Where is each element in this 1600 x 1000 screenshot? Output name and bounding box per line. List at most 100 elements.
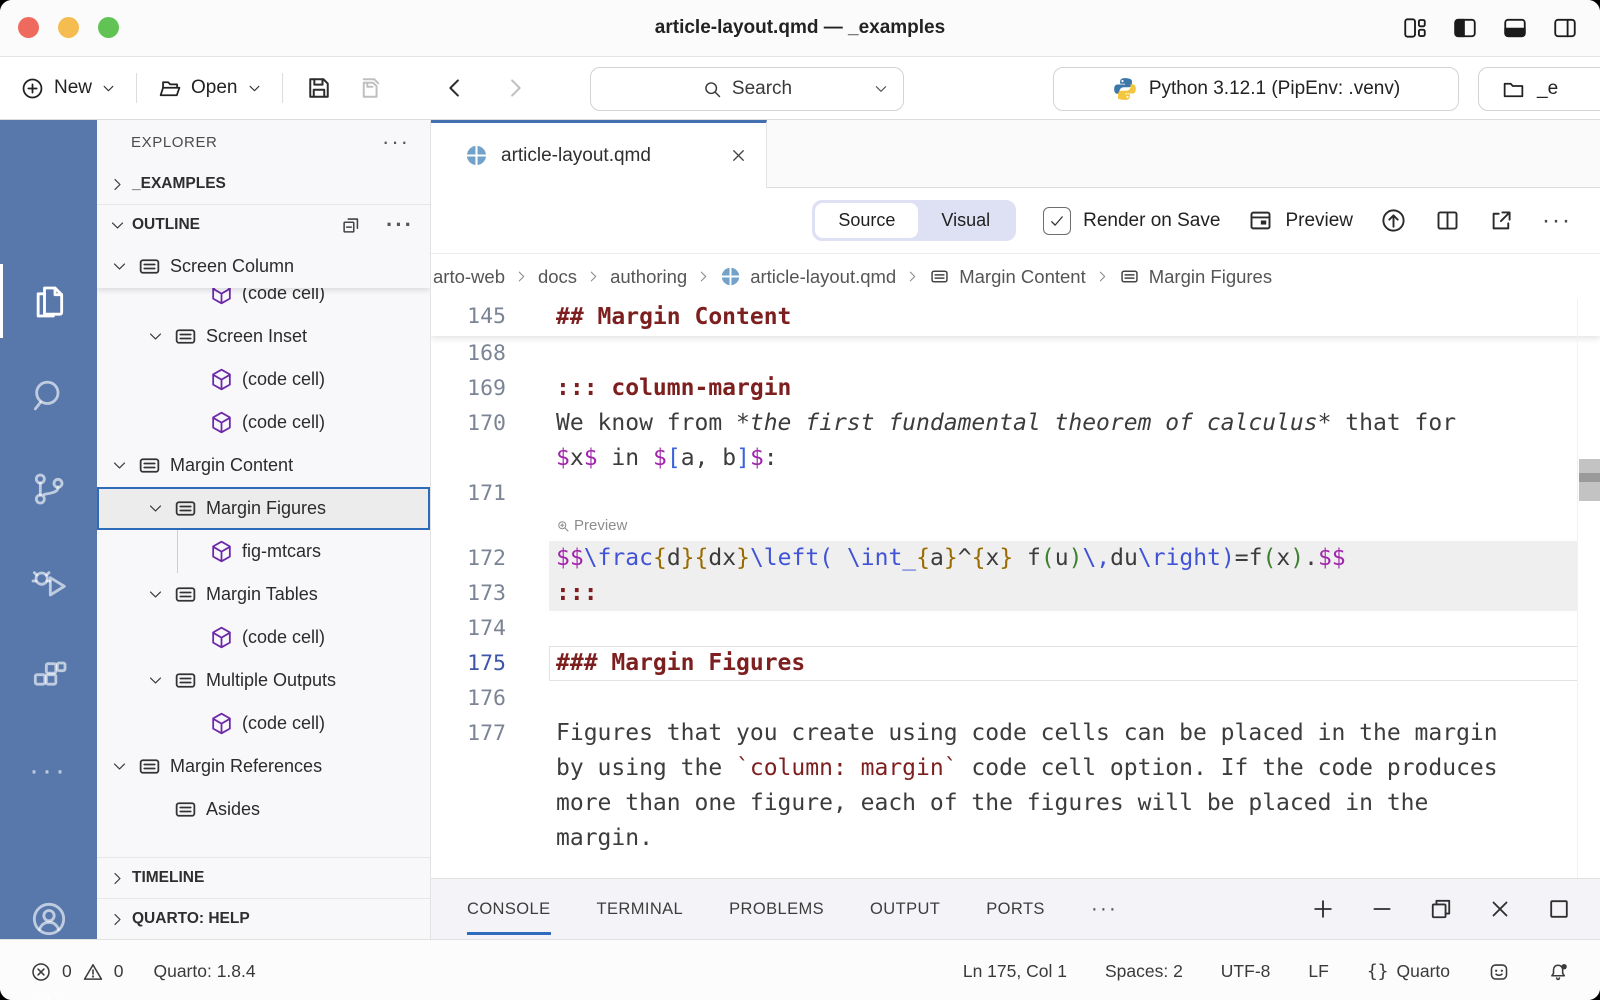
panel-restore-icon[interactable] xyxy=(1428,896,1454,922)
outline-item-margin-content[interactable]: Margin Content xyxy=(97,444,430,487)
sidebar-section-quarto-help[interactable]: QUARTO: HELP xyxy=(97,898,430,939)
code-line-174[interactable]: 174 xyxy=(431,611,1600,646)
code-line-177[interactable]: 177Figures that you create using code ce… xyxy=(431,716,1600,751)
explorer-header: EXPLORER ··· xyxy=(97,120,430,164)
status-language-mode[interactable]: {}Quarto xyxy=(1367,961,1450,982)
editor-more-actions-button[interactable]: ··· xyxy=(1542,217,1572,225)
code-line-168[interactable]: 168 xyxy=(431,336,1600,371)
outline-item--code-cell-[interactable]: (code cell) xyxy=(97,358,430,401)
back-button[interactable] xyxy=(441,74,469,102)
outline-item-screen-column[interactable]: Screen Column xyxy=(97,245,430,288)
zoom-window-button[interactable] xyxy=(98,17,119,38)
panel-maximize-icon[interactable] xyxy=(1546,896,1572,922)
panel-plus-icon[interactable] xyxy=(1310,896,1336,922)
forward-button[interactable] xyxy=(501,74,529,102)
status-indentation[interactable]: Spaces: 2 xyxy=(1105,961,1183,982)
panel-more-tabs-button[interactable]: ··· xyxy=(1091,905,1118,913)
outline-item-screen-inset[interactable]: Screen Inset xyxy=(97,315,430,358)
code-line-wrap[interactable]: margin. xyxy=(431,821,1600,856)
activity-bar-item-account[interactable] xyxy=(0,880,97,958)
codelens-preview[interactable]: Preview xyxy=(431,511,1600,541)
status-encoding[interactable]: UTF-8 xyxy=(1221,961,1271,982)
outline-item-margin-tables[interactable]: Margin Tables xyxy=(97,573,430,616)
outline-item--code-cell-[interactable]: (code cell) xyxy=(97,616,430,659)
outline-item-asides[interactable]: Asides xyxy=(97,788,430,831)
search-input[interactable]: Search xyxy=(590,67,904,111)
source-mode-button[interactable]: Source xyxy=(815,203,918,238)
status-cursor-position[interactable]: Ln 175, Col 1 xyxy=(963,961,1067,982)
customize-layout-icon[interactable] xyxy=(1402,15,1428,41)
preview-button[interactable]: Preview xyxy=(1247,207,1353,234)
activity-bar-item-search[interactable] xyxy=(0,356,97,434)
code-line-wrap[interactable]: more than one figure, each of the figure… xyxy=(431,786,1600,821)
panel-tab-terminal[interactable]: TERMINAL xyxy=(597,879,684,939)
activity-bar-item-run-debug[interactable] xyxy=(0,544,97,622)
toggle-bottom-panel-icon[interactable] xyxy=(1502,15,1528,41)
sidebar-section-outline[interactable]: OUTLINE ··· xyxy=(97,204,430,245)
render-on-save-checkbox[interactable] xyxy=(1043,207,1071,235)
code-line-172[interactable]: 172$$\frac{d}{dx}\left( \int_{a}^{x} f(u… xyxy=(431,541,1600,576)
code-line-173[interactable]: 173::: xyxy=(431,576,1600,611)
app-window: article-layout.qmd — _examples New Open … xyxy=(0,0,1600,1000)
panel-tab-ports[interactable]: PORTS xyxy=(986,879,1045,939)
outline-more-actions-button[interactable]: ··· xyxy=(386,220,414,230)
status-notifications[interactable] xyxy=(1548,961,1570,983)
new-button[interactable]: New xyxy=(20,76,116,101)
code-line-176[interactable]: 176 xyxy=(431,681,1600,716)
toggle-right-panel-icon[interactable] xyxy=(1552,15,1578,41)
breadcrumb-margin-figures[interactable]: Margin Figures xyxy=(1119,266,1272,288)
interpreter-selector[interactable]: Python 3.12.1 (PipEnv: .venv) xyxy=(1053,67,1459,111)
code-line-wrap[interactable]: $x$ in $[a, b]$: xyxy=(431,441,1600,476)
outline-item--code-cell-[interactable]: (code cell) xyxy=(97,401,430,444)
code-line-169[interactable]: 169::: column-margin xyxy=(431,371,1600,406)
breadcrumb-authoring[interactable]: authoring xyxy=(610,266,687,288)
line-number xyxy=(431,821,506,856)
outline-item-margin-references[interactable]: Margin References xyxy=(97,745,430,788)
toggle-left-panel-icon[interactable] xyxy=(1452,15,1478,41)
outline-item--code-cell-[interactable]: (code cell) xyxy=(97,702,430,745)
close-window-button[interactable] xyxy=(18,17,39,38)
visual-mode-button[interactable]: Visual xyxy=(918,203,1013,238)
breadcrumb-margin-content[interactable]: Margin Content xyxy=(929,266,1085,288)
panel-tab-console[interactable]: CONSOLE xyxy=(467,879,551,939)
status-eol[interactable]: LF xyxy=(1308,961,1328,982)
outline-item-fig-mtcars[interactable]: fig-mtcars xyxy=(97,530,430,573)
save-button[interactable] xyxy=(305,74,333,102)
status-feedback[interactable] xyxy=(1488,961,1510,983)
split-editor-icon[interactable] xyxy=(1434,207,1461,234)
activity-bar-item-source-control[interactable] xyxy=(0,450,97,528)
panel-minus-icon[interactable] xyxy=(1369,896,1395,922)
workspace-selector[interactable]: _e xyxy=(1478,67,1600,111)
panel-tab-problems[interactable]: PROBLEMS xyxy=(729,879,824,939)
panel-close-icon[interactable] xyxy=(1487,896,1513,922)
editor-tab-article-layout[interactable]: article-layout.qmd xyxy=(431,120,767,188)
save-all-button[interactable] xyxy=(355,74,383,102)
activity-bar-item-more[interactable]: ··· xyxy=(0,732,97,810)
activity-bar-item-files[interactable] xyxy=(0,262,97,340)
sidebar-section-examples[interactable]: _EXAMPLES xyxy=(97,164,430,204)
open-button[interactable]: Open xyxy=(157,76,261,101)
code-line-171[interactable]: 171 xyxy=(431,476,1600,511)
render-publish-icon[interactable] xyxy=(1380,207,1407,234)
open-external-icon[interactable] xyxy=(1488,207,1515,234)
sidebar-section-timeline[interactable]: TIMELINE xyxy=(97,857,430,898)
code-editor[interactable]: 145## Margin Content 168169::: column-ma… xyxy=(431,299,1600,878)
breadcrumb-arto-web[interactable]: arto-web xyxy=(433,266,505,288)
code-line-wrap[interactable]: by using the `column: margin` code cell … xyxy=(431,751,1600,786)
collapse-all-icon[interactable] xyxy=(340,214,362,236)
activity-bar-item-extensions[interactable] xyxy=(0,638,97,716)
activity-bar-item-settings[interactable] xyxy=(0,972,97,1000)
quarto-version[interactable]: Quarto: 1.8.4 xyxy=(153,961,255,982)
code-line-170[interactable]: 170We know from *the first fundamental t… xyxy=(431,406,1600,441)
outline-item-margin-figures[interactable]: Margin Figures xyxy=(97,487,430,530)
code-line-145[interactable]: 145## Margin Content xyxy=(431,299,1600,335)
minimize-window-button[interactable] xyxy=(58,17,79,38)
breadcrumb-docs[interactable]: docs xyxy=(538,266,577,288)
outline-item-multiple-outputs[interactable]: Multiple Outputs xyxy=(97,659,430,702)
breadcrumb-article-layout-qmd[interactable]: article-layout.qmd xyxy=(720,266,896,288)
editor-scrollbar[interactable] xyxy=(1577,299,1600,878)
code-line-175[interactable]: 175### Margin Figures xyxy=(431,646,1600,681)
panel-tab-output[interactable]: OUTPUT xyxy=(870,879,940,939)
explorer-more-actions-button[interactable]: ··· xyxy=(382,137,410,147)
close-tab-icon[interactable] xyxy=(729,146,748,165)
